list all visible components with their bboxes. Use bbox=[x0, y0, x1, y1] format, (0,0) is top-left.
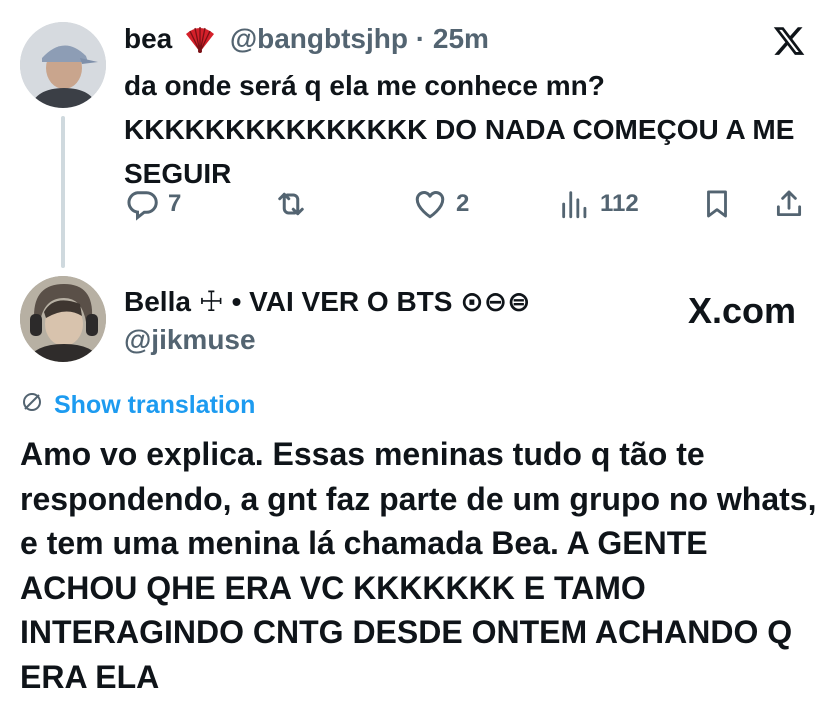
retweet-button[interactable] bbox=[272, 186, 310, 222]
x-logo-icon bbox=[772, 24, 806, 58]
views-button[interactable]: 112 bbox=[558, 186, 639, 222]
share-icon bbox=[772, 186, 806, 222]
bookmark-icon bbox=[700, 186, 734, 222]
views-icon bbox=[558, 186, 592, 222]
xcom-watermark: X.com bbox=[687, 290, 796, 331]
reply-button[interactable]: 7 bbox=[124, 186, 181, 222]
bookmark-button[interactable] bbox=[700, 186, 734, 222]
handle[interactable]: @jikmuse bbox=[124, 322, 531, 358]
thread-line bbox=[61, 116, 65, 268]
reply-icon bbox=[124, 186, 160, 222]
tweet-actions: 7 2 112 bbox=[124, 186, 814, 226]
display-name[interactable]: bea bbox=[124, 23, 172, 54]
parent-tweet-header: bea @bangbtsjhp · 25m bbox=[124, 22, 489, 61]
handle[interactable]: @bangbtsjhp bbox=[230, 23, 408, 54]
like-count: 2 bbox=[456, 190, 470, 217]
show-translation-label: Show translation bbox=[54, 391, 256, 419]
translate-icon bbox=[20, 390, 44, 421]
separator: · bbox=[415, 23, 426, 54]
retweet-icon bbox=[272, 186, 310, 222]
reply-tweet-header: Bella ☩ • VAI VER O BTS ⊙⊖⊜ @jikmuse bbox=[124, 284, 531, 358]
display-name[interactable]: Bella ☩ • VAI VER O BTS ⊙⊖⊜ bbox=[124, 284, 531, 320]
fan-emoji-icon bbox=[184, 27, 216, 61]
views-count: 112 bbox=[600, 190, 639, 217]
parent-tweet-text: da onde será q ela me conhece mn? KKKKKK… bbox=[124, 70, 795, 189]
timestamp[interactable]: 25m bbox=[433, 23, 489, 54]
reply-tweet-text: Amo vo explica. Essas meninas tudo q tão… bbox=[20, 436, 817, 695]
like-button[interactable]: 2 bbox=[412, 186, 469, 222]
like-icon bbox=[412, 186, 448, 222]
reply-count: 7 bbox=[168, 190, 182, 217]
avatar-bella[interactable] bbox=[20, 276, 106, 362]
share-button[interactable] bbox=[772, 186, 806, 222]
show-translation-link[interactable]: Show translation bbox=[20, 390, 255, 421]
avatar-bea[interactable] bbox=[20, 22, 106, 108]
